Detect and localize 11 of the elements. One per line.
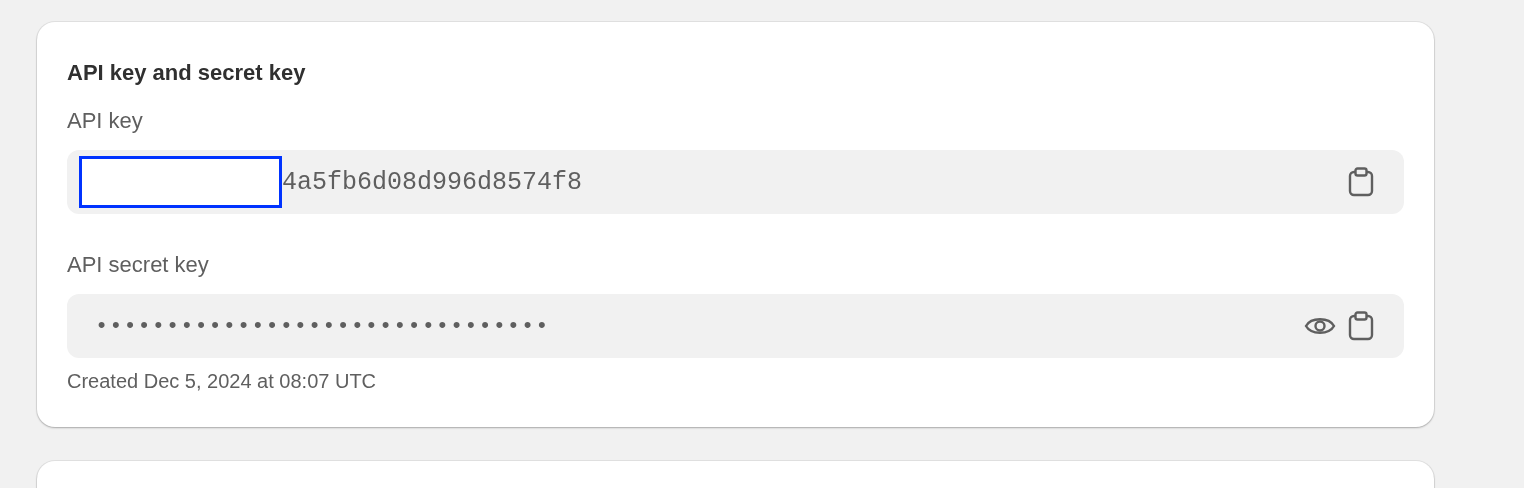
field-label: API secret key — [67, 252, 210, 278]
key-value: •••••••••••••••••••••••••••••••• — [94, 313, 551, 339]
key-field[interactable]: •••••••••••••••••••••••••••••••• — [67, 294, 1404, 358]
clipboard-icon[interactable] — [1348, 167, 1374, 197]
key-field[interactable]: 4a5fb6d08d996d8574f8 — [67, 150, 1404, 214]
created-date: Created Dec 5, 2024 at 08:07 UTC — [67, 370, 378, 393]
clipboard-icon[interactable] — [1348, 311, 1374, 341]
section-title: API key and secret key — [67, 60, 307, 86]
field-label: API key — [67, 108, 144, 134]
key-value: 4a5fb6d08d996d8574f8 — [282, 167, 584, 197]
eye-icon[interactable] — [1304, 315, 1336, 337]
